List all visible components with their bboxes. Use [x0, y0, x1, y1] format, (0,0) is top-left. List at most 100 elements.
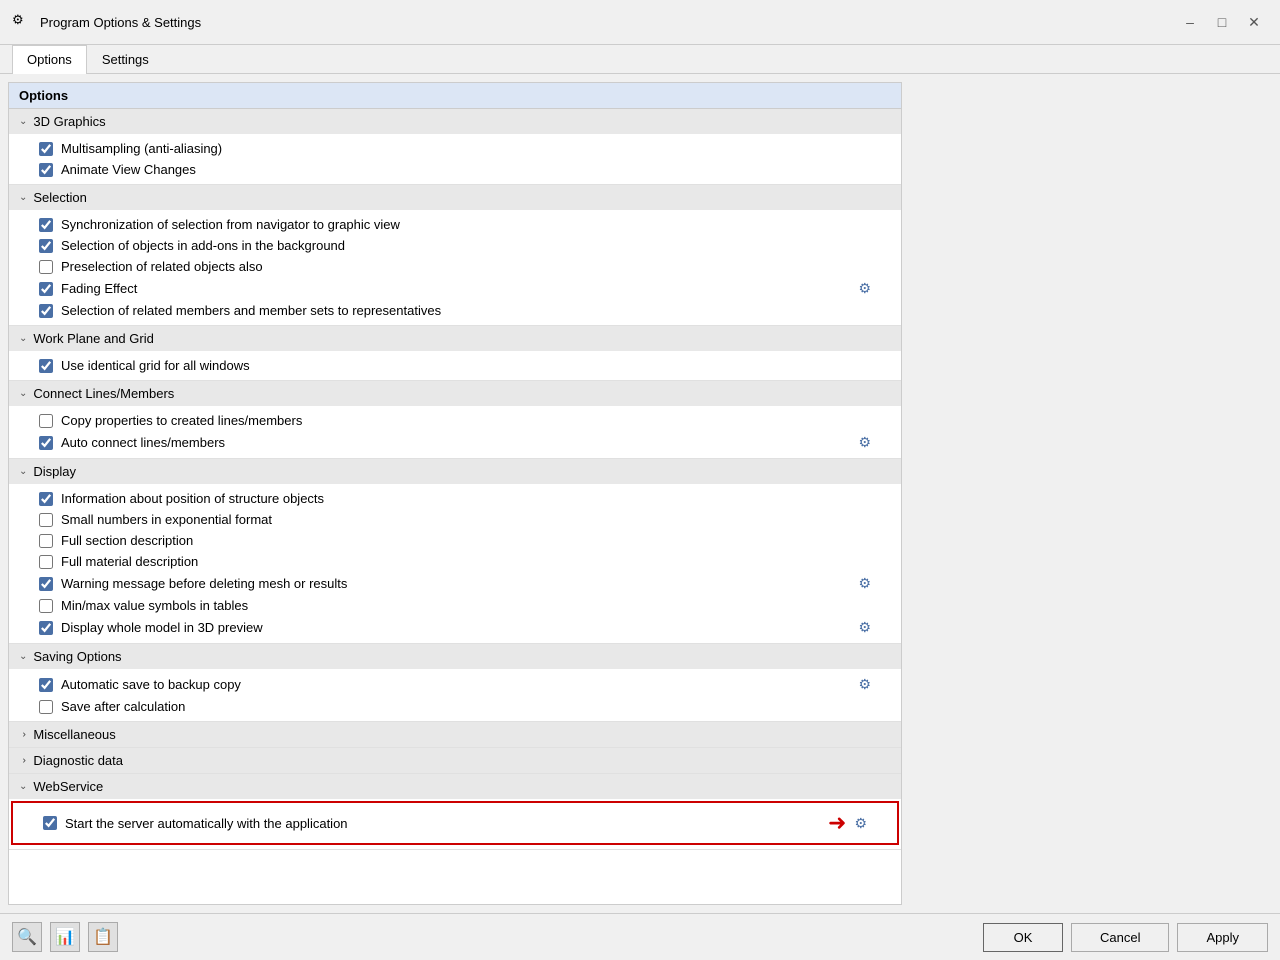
- full-material-checkbox[interactable]: [39, 555, 53, 569]
- display-3d-gear-icon[interactable]: ⚙: [858, 619, 871, 636]
- auto-connect-checkbox[interactable]: [39, 436, 53, 450]
- start-server-gear-icon[interactable]: ⚙: [854, 815, 867, 832]
- close-button[interactable]: ✕: [1240, 8, 1268, 36]
- multisampling-checkbox[interactable]: [39, 142, 53, 156]
- animate-label: Animate View Changes: [61, 162, 871, 177]
- section-saving: ⌄ Saving Options Automatic save to backu…: [9, 644, 901, 722]
- section-diagnostic-header[interactable]: ⌄ Diagnostic data: [9, 748, 901, 773]
- small-numbers-label: Small numbers in exponential format: [61, 512, 871, 527]
- auto-save-checkbox[interactable]: [39, 678, 53, 692]
- list-item: Full section description: [9, 530, 901, 551]
- maximize-button[interactable]: □: [1208, 8, 1236, 36]
- section-display: ⌄ Display Information about position of …: [9, 459, 901, 644]
- section-saving-header[interactable]: ⌄ Saving Options: [9, 644, 901, 669]
- cancel-button[interactable]: Cancel: [1071, 923, 1169, 952]
- right-panel: [910, 74, 1280, 913]
- display-3d-label: Display whole model in 3D preview: [61, 620, 850, 635]
- save-after-checkbox[interactable]: [39, 700, 53, 714]
- list-item: Fading Effect ⚙: [9, 277, 901, 300]
- section-selection: ⌄ Selection Synchronization of selection…: [9, 185, 901, 326]
- ok-button[interactable]: OK: [983, 923, 1063, 952]
- section-graphics: ⌄ 3D Graphics Multisampling (anti-aliasi…: [9, 109, 901, 185]
- list-item: Display whole model in 3D preview ⚙: [9, 616, 901, 639]
- warning-msg-checkbox[interactable]: [39, 577, 53, 591]
- section-workplane: ⌄ Work Plane and Grid Use identical grid…: [9, 326, 901, 381]
- small-numbers-checkbox[interactable]: [39, 513, 53, 527]
- warning-msg-label: Warning message before deleting mesh or …: [61, 576, 850, 591]
- bottom-icons: 🔍 📊 📋: [12, 922, 118, 952]
- chevron-workplane-icon: ⌄: [19, 333, 27, 344]
- section-misc-header[interactable]: ⌄ Miscellaneous: [9, 722, 901, 747]
- tab-bar: Options Settings: [0, 45, 1280, 74]
- selection-members-checkbox[interactable]: [39, 304, 53, 318]
- copy-properties-checkbox[interactable]: [39, 414, 53, 428]
- list-item: Animate View Changes: [9, 159, 901, 180]
- chevron-webservice-icon: ⌄: [19, 781, 27, 792]
- selection-addons-checkbox[interactable]: [39, 239, 53, 253]
- preselection-checkbox[interactable]: [39, 260, 53, 274]
- section-display-header[interactable]: ⌄ Display: [9, 459, 901, 484]
- auto-save-gear-icon[interactable]: ⚙: [858, 676, 871, 693]
- app-icon: ⚙: [12, 12, 32, 32]
- section-webservice-header[interactable]: ⌄ WebService: [9, 774, 901, 799]
- fading-label: Fading Effect: [61, 281, 850, 296]
- selection-members-label: Selection of related members and member …: [61, 303, 871, 318]
- fading-checkbox[interactable]: [39, 282, 53, 296]
- section-saving-body: Automatic save to backup copy ⚙ Save aft…: [9, 669, 901, 721]
- title-bar-left: ⚙ Program Options & Settings: [12, 12, 201, 32]
- chevron-saving-icon: ⌄: [19, 651, 27, 662]
- start-server-checkbox[interactable]: [43, 816, 57, 830]
- preselection-label: Preselection of related objects also: [61, 259, 871, 274]
- list-item: Min/max value symbols in tables: [9, 595, 901, 616]
- minimize-button[interactable]: –: [1176, 8, 1204, 36]
- identical-grid-checkbox[interactable]: [39, 359, 53, 373]
- section-display-label: Display: [33, 464, 76, 479]
- list-item: Auto connect lines/members ⚙: [9, 431, 901, 454]
- arrow-indicator-icon: ➜: [828, 810, 846, 836]
- section-selection-label: Selection: [33, 190, 86, 205]
- chevron-display-icon: ⌄: [19, 466, 27, 477]
- tab-settings[interactable]: Settings: [87, 45, 164, 73]
- section-misc: ⌄ Miscellaneous: [9, 722, 901, 748]
- tab-options[interactable]: Options: [12, 45, 87, 74]
- chevron-graphics-icon: ⌄: [19, 116, 27, 127]
- list-item: Warning message before deleting mesh or …: [9, 572, 901, 595]
- section-diagnostic: ⌄ Diagnostic data: [9, 748, 901, 774]
- auto-connect-gear-icon[interactable]: ⚙: [858, 434, 871, 451]
- section-connect-lines-label: Connect Lines/Members: [33, 386, 174, 401]
- position-info-checkbox[interactable]: [39, 492, 53, 506]
- animate-checkbox[interactable]: [39, 163, 53, 177]
- scroll-area[interactable]: ⌄ 3D Graphics Multisampling (anti-aliasi…: [9, 109, 901, 904]
- section-selection-body: Synchronization of selection from naviga…: [9, 210, 901, 325]
- minmax-checkbox[interactable]: [39, 599, 53, 613]
- section-saving-label: Saving Options: [33, 649, 121, 664]
- chevron-misc-icon: ⌄: [18, 730, 29, 738]
- apply-button[interactable]: Apply: [1177, 923, 1268, 952]
- section-graphics-header[interactable]: ⌄ 3D Graphics: [9, 109, 901, 134]
- start-server-label: Start the server automatically with the …: [65, 816, 810, 831]
- fading-gear-icon[interactable]: ⚙: [858, 280, 871, 297]
- search-bottom-icon[interactable]: 🔍: [12, 922, 42, 952]
- save-after-label: Save after calculation: [61, 699, 871, 714]
- section-selection-header[interactable]: ⌄ Selection: [9, 185, 901, 210]
- copy-properties-label: Copy properties to created lines/members: [61, 413, 871, 428]
- warning-gear-icon[interactable]: ⚙: [858, 575, 871, 592]
- section-webservice-body: Start the server automatically with the …: [11, 801, 899, 845]
- section-webservice-label: WebService: [33, 779, 103, 794]
- section-diagnostic-label: Diagnostic data: [33, 753, 123, 768]
- section-workplane-header[interactable]: ⌄ Work Plane and Grid: [9, 326, 901, 351]
- section-workplane-label: Work Plane and Grid: [33, 331, 153, 346]
- identical-grid-label: Use identical grid for all windows: [61, 358, 871, 373]
- list-item: Information about position of structure …: [9, 488, 901, 509]
- list-item: Start the server automatically with the …: [13, 807, 897, 839]
- chart-bottom-icon[interactable]: 📊: [50, 922, 80, 952]
- window-title: Program Options & Settings: [40, 15, 201, 30]
- selection-addons-label: Selection of objects in add-ons in the b…: [61, 238, 871, 253]
- full-section-checkbox[interactable]: [39, 534, 53, 548]
- list-bottom-icon[interactable]: 📋: [88, 922, 118, 952]
- title-bar: ⚙ Program Options & Settings – □ ✕: [0, 0, 1280, 45]
- sync-selection-checkbox[interactable]: [39, 218, 53, 232]
- section-connect-lines-header[interactable]: ⌄ Connect Lines/Members: [9, 381, 901, 406]
- display-3d-checkbox[interactable]: [39, 621, 53, 635]
- section-connect-lines-body: Copy properties to created lines/members…: [9, 406, 901, 458]
